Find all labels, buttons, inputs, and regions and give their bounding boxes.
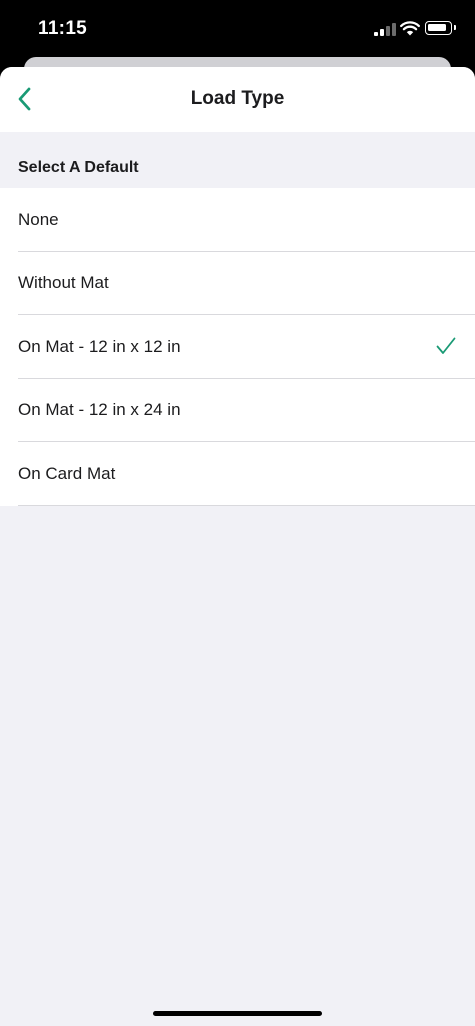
- list-item-label: On Mat - 12 in x 12 in: [18, 336, 181, 356]
- list-item-without-mat[interactable]: Without Mat: [0, 252, 475, 316]
- load-type-list: None Without Mat On Mat - 12 in x 12 in …: [0, 188, 475, 506]
- status-bar: 11:15: [0, 0, 475, 58]
- list-item-on-card-mat[interactable]: On Card Mat: [0, 442, 475, 506]
- section-header: Select A Default: [18, 159, 139, 176]
- list-item-on-mat-12x24[interactable]: On Mat - 12 in x 24 in: [0, 379, 475, 443]
- navigation-bar: Load Type: [0, 67, 475, 132]
- list-item-label: On Mat - 12 in x 24 in: [18, 400, 181, 420]
- status-time: 11:15: [38, 18, 88, 39]
- page-title: Load Type: [190, 88, 285, 109]
- cellular-signal-icon: [374, 23, 396, 36]
- list-item-label: On Card Mat: [18, 463, 116, 483]
- list-item-none[interactable]: None: [0, 188, 475, 252]
- wifi-icon: [400, 21, 420, 36]
- battery-icon: [425, 21, 456, 35]
- modal-sheet: Load Type Select A Default None Without …: [0, 67, 475, 1026]
- list-item-label: Without Mat: [18, 273, 109, 293]
- list-item-on-mat-12x12[interactable]: On Mat - 12 in x 12 in: [0, 315, 475, 379]
- checkmark-icon: [436, 337, 456, 354]
- list-item-label: None: [18, 209, 59, 229]
- home-indicator[interactable]: [153, 1011, 322, 1016]
